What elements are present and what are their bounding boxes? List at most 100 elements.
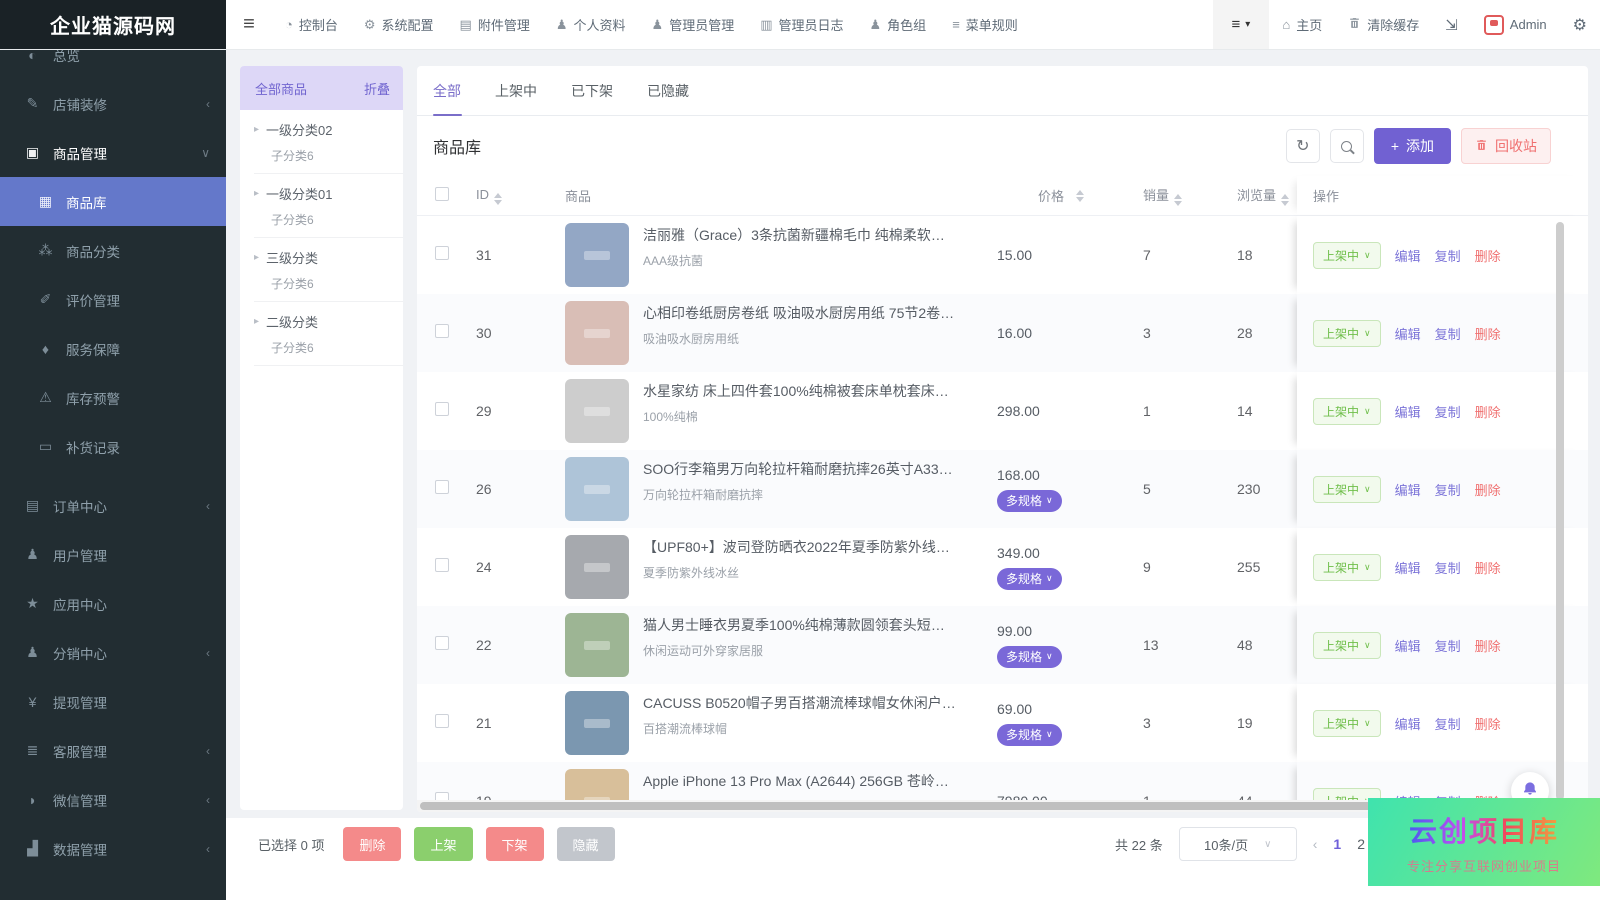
sidebar-item[interactable]: ▤ 订单中心 ‹ [0, 481, 226, 530]
status-dropdown[interactable]: 上架中 ∨ [1313, 554, 1381, 581]
status-dropdown[interactable]: 上架中 ∨ [1313, 242, 1381, 269]
sidebar-item[interactable]: ♟ 用户管理 [0, 530, 226, 579]
status-dropdown[interactable]: 上架中 ∨ [1313, 632, 1381, 659]
sidebar-item[interactable]: ¥ 提现管理 [0, 677, 226, 726]
expand-arrow-icon[interactable]: ▸ [254, 188, 259, 199]
sidebar-item[interactable]: ♦ 服务保障 [0, 324, 226, 373]
sidebar-item[interactable]: ⚠ 库存预警 [0, 373, 226, 422]
edit-link[interactable]: 编辑 [1395, 636, 1421, 655]
status-dropdown[interactable]: 上架中 ∨ [1313, 320, 1381, 347]
topbar-nav-item[interactable]: ▥ 管理员日志 [747, 0, 856, 49]
sidebar-item[interactable]: ✐ 评价管理 [0, 275, 226, 324]
expand-arrow-icon[interactable]: ▸ [254, 124, 259, 135]
column-sales[interactable]: 销量 [1125, 185, 1219, 206]
multi-spec-badge[interactable]: 多规格 ∨ [997, 490, 1062, 512]
sidebar-item[interactable]: ◐ 总览 [0, 50, 226, 79]
expand-arrow-icon[interactable]: ▸ [254, 316, 259, 327]
topbar-nav-item[interactable]: ⚙ 系统配置 [351, 0, 447, 49]
multi-spec-badge[interactable]: 多规格 ∨ [997, 646, 1062, 668]
sort-icon[interactable] [1076, 190, 1084, 202]
clear-cache-button[interactable]: 清除缓存 [1335, 0, 1432, 49]
copy-link[interactable]: 复制 [1435, 714, 1461, 733]
sidebar-toggle-button[interactable]: ≡ [226, 0, 272, 49]
delete-link[interactable]: 删除 [1475, 324, 1501, 343]
product-thumbnail[interactable] [565, 535, 629, 599]
product-title[interactable]: 洁丽雅（Grace）3条抗菌新疆棉毛巾 纯棉柔软家用... [643, 225, 957, 245]
edit-link[interactable]: 编辑 [1395, 480, 1421, 499]
vertical-scrollbar[interactable] [1556, 222, 1564, 800]
tab-off-shelf[interactable]: 已下架 [571, 66, 613, 115]
multi-spec-badge[interactable]: 多规格 ∨ [997, 724, 1062, 746]
copy-link[interactable]: 复制 [1435, 402, 1461, 421]
page-button-1[interactable]: 1 [1333, 836, 1341, 852]
nav-overflow-dropdown[interactable]: ≡ ▾ [1213, 0, 1270, 49]
product-thumbnail[interactable] [565, 613, 629, 677]
category-item[interactable]: ▸ 二级分类 子分类6 [254, 302, 403, 366]
product-title[interactable]: CACUSS B0520帽子男百搭潮流棒球帽女休闲户外鸭... [643, 693, 957, 713]
topbar-nav-item[interactable]: ▤ 附件管理 [447, 0, 543, 49]
sidebar-item[interactable]: ▦ 商品库 [0, 177, 226, 226]
sort-icon[interactable] [494, 193, 502, 205]
status-dropdown[interactable]: 上架中 ∨ [1313, 476, 1381, 503]
column-views[interactable]: 浏览量 [1219, 185, 1297, 206]
page-button-2[interactable]: 2 [1357, 836, 1365, 852]
copy-link[interactable]: 复制 [1435, 558, 1461, 577]
delete-link[interactable]: 删除 [1475, 558, 1501, 577]
category-collapse-button[interactable]: 折叠 [364, 79, 390, 98]
sidebar-item[interactable]: ★ 应用中心 [0, 579, 226, 628]
row-checkbox[interactable] [435, 558, 449, 572]
category-all-label[interactable]: 全部商品 [255, 79, 307, 98]
column-price[interactable]: 价格 [979, 186, 1125, 205]
edit-link[interactable]: 编辑 [1395, 558, 1421, 577]
product-title[interactable]: 猫人男士睡衣男夏季100%纯棉薄款圆领套头短袖套... [643, 615, 957, 635]
edit-link[interactable]: 编辑 [1395, 246, 1421, 265]
horizontal-scrollbar[interactable] [420, 802, 1510, 810]
row-checkbox[interactable] [435, 246, 449, 260]
add-button[interactable]: + 添加 [1374, 128, 1451, 164]
bulk-put-on-shelf-button[interactable]: 上架 [414, 827, 472, 861]
bulk-delete-button[interactable]: 删除 [343, 827, 401, 861]
home-button[interactable]: ⌂ 主页 [1269, 0, 1335, 49]
sidebar-item[interactable]: ≣ 客服管理 ‹ [0, 726, 226, 775]
product-title[interactable]: Apple iPhone 13 Pro Max (A2644) 256GB 苍岭… [643, 771, 957, 791]
copy-link[interactable]: 复制 [1435, 324, 1461, 343]
sort-icon[interactable] [1281, 194, 1289, 206]
product-thumbnail[interactable] [565, 457, 629, 521]
bulk-hide-button[interactable]: 隐藏 [557, 827, 615, 861]
product-thumbnail[interactable] [565, 379, 629, 443]
topbar-nav-item[interactable]: ◔ 控制台 [272, 0, 351, 49]
recycle-bin-button[interactable]: 回收站 [1461, 128, 1551, 164]
sidebar-item[interactable]: ▭ 补货记录 [0, 422, 226, 471]
settings-button[interactable]: ⚙ [1560, 0, 1600, 49]
copy-link[interactable]: 复制 [1435, 246, 1461, 265]
column-id[interactable]: ID [469, 187, 551, 205]
delete-link[interactable]: 删除 [1475, 246, 1501, 265]
product-thumbnail[interactable] [565, 691, 629, 755]
status-dropdown[interactable]: 上架中 ∨ [1313, 398, 1381, 425]
copy-link[interactable]: 复制 [1435, 636, 1461, 655]
edit-link[interactable]: 编辑 [1395, 324, 1421, 343]
delete-link[interactable]: 删除 [1475, 402, 1501, 421]
delete-link[interactable]: 删除 [1475, 714, 1501, 733]
fullscreen-button[interactable]: ⇲ [1432, 0, 1471, 49]
sort-icon[interactable] [1174, 194, 1182, 206]
tab-all[interactable]: 全部 [433, 66, 461, 115]
row-checkbox[interactable] [435, 480, 449, 494]
delete-link[interactable]: 删除 [1475, 636, 1501, 655]
row-checkbox[interactable] [435, 714, 449, 728]
product-title[interactable]: 水星家纺 床上四件套100%纯棉被套床单枕套床上用... [643, 381, 957, 401]
user-menu[interactable]: Admin [1471, 0, 1560, 49]
sidebar-item[interactable]: ◗ 微信管理 ‹ [0, 775, 226, 824]
product-thumbnail[interactable] [565, 223, 629, 287]
topbar-nav-item[interactable]: ♟ 个人资料 [543, 0, 639, 49]
tab-on-shelf[interactable]: 上架中 [495, 66, 537, 115]
multi-spec-badge[interactable]: 多规格 ∨ [997, 568, 1062, 590]
row-checkbox[interactable] [435, 402, 449, 416]
row-checkbox[interactable] [435, 636, 449, 650]
edit-link[interactable]: 编辑 [1395, 402, 1421, 421]
select-all-checkbox[interactable] [435, 187, 449, 201]
sidebar-item[interactable]: ▣ 商品管理 ∨ [0, 128, 226, 177]
expand-arrow-icon[interactable]: ▸ [254, 252, 259, 263]
category-item[interactable]: ▸ 一级分类02 子分类6 [254, 110, 403, 174]
tab-hidden[interactable]: 已隐藏 [647, 66, 689, 115]
